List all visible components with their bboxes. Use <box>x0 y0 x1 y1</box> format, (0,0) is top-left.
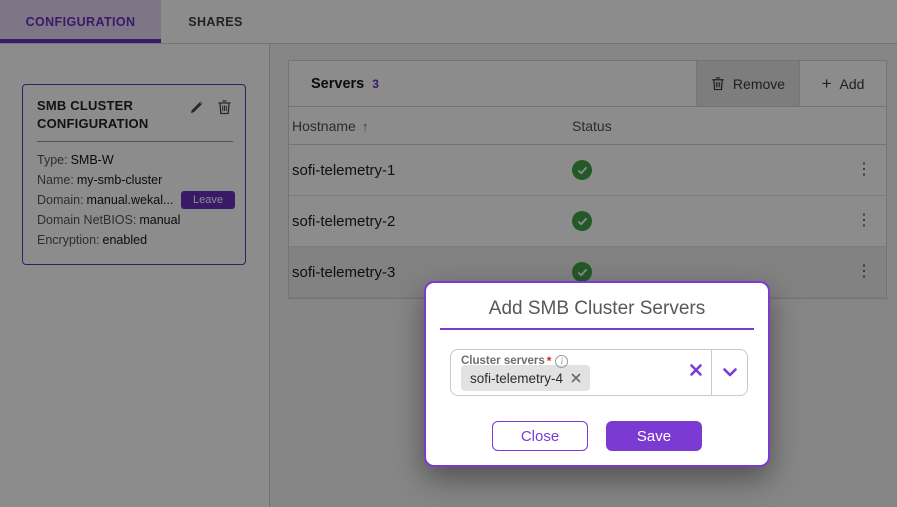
tag-remove-icon[interactable] <box>571 373 581 383</box>
save-button[interactable]: Save <box>606 421 702 451</box>
dropdown-toggle[interactable] <box>711 350 747 395</box>
dialog-title: Add SMB Cluster Servers <box>426 298 768 320</box>
selected-server-tag-label: sofi-telemetry-4 <box>470 371 563 386</box>
info-icon: i <box>555 355 568 368</box>
add-smb-cluster-servers-dialog: Add SMB Cluster Servers Cluster servers*… <box>424 281 770 467</box>
dialog-title-underline <box>440 328 754 330</box>
cluster-servers-multiselect[interactable]: Cluster servers* i sofi-telemetry-4 <box>450 349 748 396</box>
selected-server-tag: sofi-telemetry-4 <box>461 365 590 391</box>
clear-selection-icon[interactable] <box>689 363 703 377</box>
cluster-servers-label: Cluster servers* i <box>461 354 568 368</box>
chevron-down-icon <box>723 368 737 377</box>
close-button[interactable]: Close <box>492 421 588 451</box>
required-asterisk: * <box>547 354 552 368</box>
